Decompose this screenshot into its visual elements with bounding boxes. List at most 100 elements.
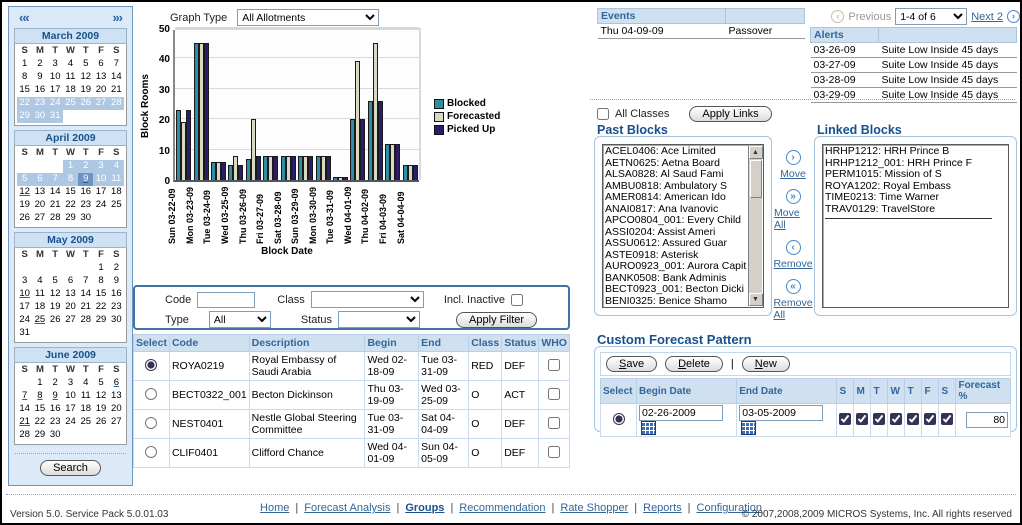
bar-picked-up[interactable] bbox=[395, 144, 400, 180]
page-range-select[interactable]: 1-4 of 6 bbox=[895, 8, 967, 25]
calendar-day[interactable]: 1 bbox=[17, 58, 32, 71]
calendar-day[interactable]: 4 bbox=[32, 275, 47, 288]
incl-inactive-checkbox[interactable] bbox=[511, 294, 523, 306]
remove-link[interactable]: Remove bbox=[773, 258, 812, 270]
calendar-day[interactable]: 7 bbox=[48, 173, 63, 186]
apply-filter-button[interactable]: Apply Filter bbox=[456, 312, 537, 328]
calendar-day[interactable]: 23 bbox=[78, 199, 93, 212]
calendar-day[interactable]: 17 bbox=[17, 301, 32, 314]
calendar-day[interactable]: 20 bbox=[63, 301, 78, 314]
calendar-day[interactable]: 28 bbox=[109, 97, 124, 110]
past-block-option[interactable]: ACEL0406: Ace Limited bbox=[605, 146, 761, 158]
calendar-day[interactable]: 9 bbox=[32, 71, 47, 84]
graph-type-select[interactable]: All Allotments bbox=[237, 9, 379, 26]
row-select-radio[interactable] bbox=[145, 388, 157, 400]
footer-link-home[interactable]: Home bbox=[260, 502, 289, 514]
calendar-day[interactable]: 15 bbox=[17, 84, 32, 97]
calendar-day[interactable]: 14 bbox=[78, 288, 93, 301]
bar-picked-up[interactable] bbox=[343, 177, 348, 180]
scroll-up-icon[interactable]: ▲ bbox=[749, 146, 763, 159]
calendar-day[interactable]: 20 bbox=[32, 199, 47, 212]
move-link[interactable]: Move bbox=[780, 168, 806, 180]
calendar-day[interactable]: 13 bbox=[93, 71, 108, 84]
footer-link-groups[interactable]: Groups bbox=[405, 502, 444, 514]
calendar-day[interactable]: 15 bbox=[32, 403, 47, 416]
past-block-option[interactable]: ASSU0612: Assured Guar bbox=[605, 238, 761, 250]
type-select[interactable]: All bbox=[209, 311, 271, 328]
class-select[interactable] bbox=[311, 291, 424, 308]
calendar-day[interactable]: 3 bbox=[63, 377, 78, 390]
past-block-option[interactable]: AMER0814: American Ido bbox=[605, 192, 761, 204]
calendar-day[interactable]: 20 bbox=[109, 403, 124, 416]
calendar-day[interactable]: 17 bbox=[63, 403, 78, 416]
past-block-option[interactable]: AURO0923_001: Aurora Capit bbox=[605, 261, 761, 273]
calendar-day[interactable]: 14 bbox=[48, 186, 63, 199]
calendar-day[interactable]: 8 bbox=[17, 71, 32, 84]
calendar-day[interactable]: 10 bbox=[63, 390, 78, 403]
calendar-day[interactable]: 5 bbox=[93, 377, 108, 390]
all-classes-checkbox[interactable] bbox=[597, 108, 609, 120]
calendar-day[interactable]: 17 bbox=[93, 186, 108, 199]
calendar-day[interactable]: 24 bbox=[93, 199, 108, 212]
calendar-day[interactable]: 19 bbox=[93, 403, 108, 416]
calendar-day[interactable]: 11 bbox=[63, 71, 78, 84]
row-select-radio[interactable] bbox=[145, 446, 157, 458]
end-date-input[interactable] bbox=[739, 405, 823, 421]
calendar-day[interactable]: 23 bbox=[48, 416, 63, 429]
calendar-day[interactable]: 7 bbox=[17, 390, 32, 403]
calendar-day[interactable]: 3 bbox=[93, 160, 108, 173]
calendar-day[interactable]: 21 bbox=[17, 416, 32, 429]
calendar-day[interactable]: 1 bbox=[93, 262, 108, 275]
day-checkbox-0[interactable] bbox=[839, 413, 851, 425]
calendar-day[interactable]: 20 bbox=[93, 84, 108, 97]
calendar-day[interactable]: 8 bbox=[32, 390, 47, 403]
calendar-day[interactable]: 6 bbox=[109, 377, 124, 390]
calendar-day[interactable]: 3 bbox=[17, 275, 32, 288]
calendar-day[interactable]: 16 bbox=[109, 288, 124, 301]
past-blocks-scrollbar[interactable]: ▲ ▼ bbox=[748, 146, 762, 306]
who-checkbox[interactable] bbox=[548, 359, 560, 371]
calendar-day[interactable]: 27 bbox=[63, 314, 78, 327]
calendar-day[interactable]: 5 bbox=[48, 275, 63, 288]
calendar-day[interactable]: 6 bbox=[32, 173, 47, 186]
calendar-day[interactable]: 9 bbox=[78, 173, 93, 186]
calendar-day[interactable]: 23 bbox=[32, 97, 47, 110]
calendar-day[interactable]: 16 bbox=[48, 403, 63, 416]
calendar-day[interactable]: 27 bbox=[93, 97, 108, 110]
calendar-day[interactable]: 2 bbox=[78, 160, 93, 173]
calendar-day[interactable]: 14 bbox=[109, 71, 124, 84]
calendar-day[interactable]: 7 bbox=[78, 275, 93, 288]
bar-picked-up[interactable] bbox=[378, 101, 383, 180]
remove-all-link[interactable]: Remove All bbox=[773, 297, 812, 321]
calendar-day[interactable]: 10 bbox=[93, 173, 108, 186]
calendar-day[interactable]: 24 bbox=[17, 314, 32, 327]
bar-picked-up[interactable] bbox=[238, 165, 243, 180]
calendar-day[interactable]: 7 bbox=[109, 58, 124, 71]
save-button[interactable]: Save bbox=[606, 356, 657, 372]
calendar-day[interactable]: 21 bbox=[48, 199, 63, 212]
past-block-option[interactable]: BERT0702: Bert William bbox=[605, 307, 761, 308]
calendar-day[interactable]: 9 bbox=[109, 275, 124, 288]
calendar-day[interactable]: 4 bbox=[63, 58, 78, 71]
day-checkbox-6[interactable] bbox=[941, 413, 953, 425]
calendar-day[interactable]: 22 bbox=[32, 416, 47, 429]
calendar-day[interactable]: 10 bbox=[17, 288, 32, 301]
calendar-day[interactable]: 19 bbox=[17, 199, 32, 212]
calendar-day[interactable]: 18 bbox=[32, 301, 47, 314]
calendar-day[interactable]: 18 bbox=[109, 186, 124, 199]
bar-picked-up[interactable] bbox=[256, 156, 261, 180]
past-block-option[interactable]: APCO0804_001: Every Child bbox=[605, 215, 761, 227]
calendar-day[interactable]: 18 bbox=[78, 403, 93, 416]
calendar-day[interactable]: 26 bbox=[93, 416, 108, 429]
calendar-day[interactable]: 29 bbox=[93, 314, 108, 327]
linked-blocks-listbox[interactable]: HRHP1212: HRH Prince BHRHP1212_001: HRH … bbox=[822, 144, 1009, 308]
calendar-day[interactable]: 2 bbox=[48, 377, 63, 390]
move-icon[interactable]: › bbox=[786, 150, 801, 165]
calendar-next-icon[interactable]: »› bbox=[112, 10, 122, 25]
bar-picked-up[interactable] bbox=[273, 156, 278, 180]
bar-picked-up[interactable] bbox=[291, 156, 296, 180]
footer-link-forecast-analysis[interactable]: Forecast Analysis bbox=[304, 502, 390, 514]
calendar-day[interactable]: 26 bbox=[78, 97, 93, 110]
calendar-day[interactable]: 11 bbox=[32, 288, 47, 301]
apply-links-button[interactable]: Apply Links bbox=[689, 106, 771, 122]
